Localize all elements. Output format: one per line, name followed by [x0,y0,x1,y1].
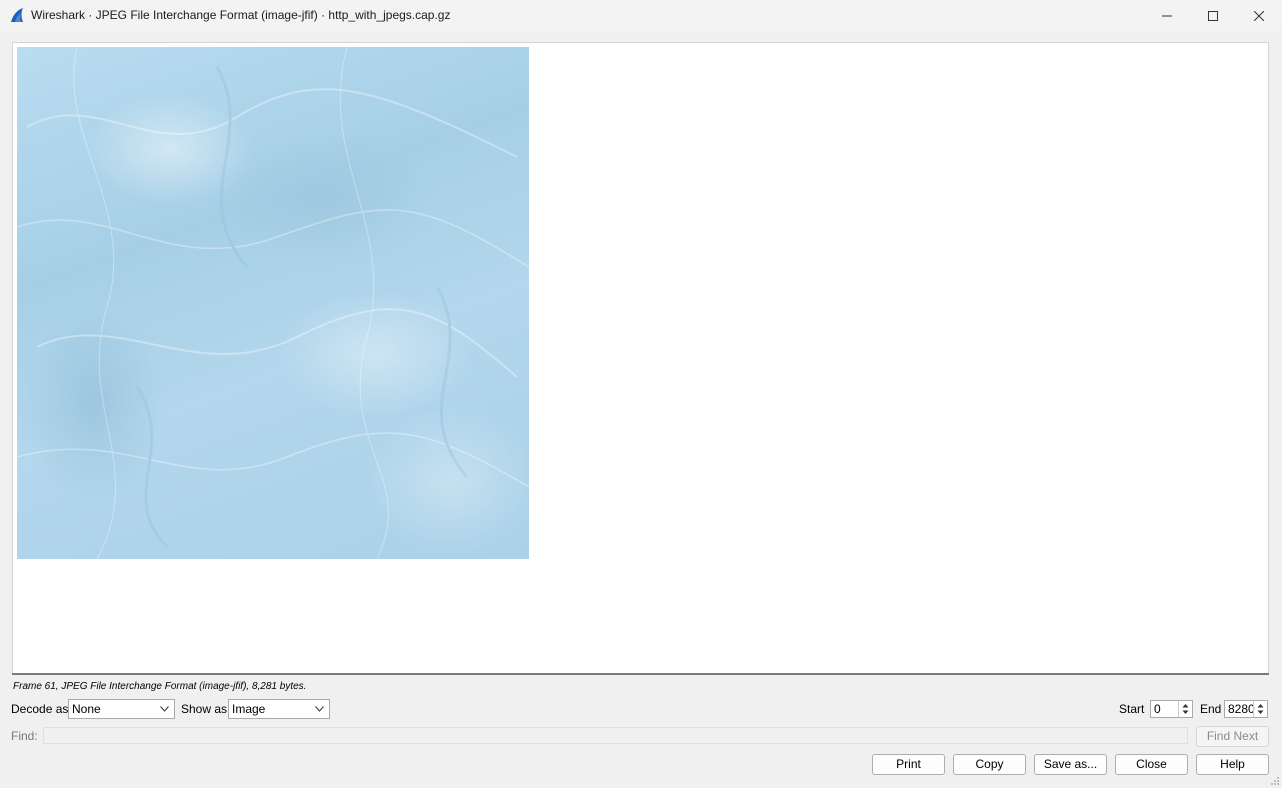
wireshark-fin-icon [11,8,23,22]
maximize-icon [1208,10,1218,21]
end-value: 8280 [1228,702,1255,716]
decode-as-select[interactable]: None [68,699,175,719]
chevron-down-icon [315,706,324,712]
find-label: Find: [11,729,38,743]
show-as-value: Image [232,702,266,716]
resize-grip-icon[interactable] [1270,776,1280,786]
end-spin-buttons[interactable] [1253,701,1267,717]
viewer-divider [12,673,1269,675]
title-bar: Wireshark · JPEG File Interchange Format… [0,0,1282,31]
close-button[interactable]: Close [1115,754,1188,775]
decode-as-value: None [72,702,101,716]
start-spinbox[interactable]: 0 [1150,700,1193,718]
jpeg-image [17,47,529,559]
window-title: Wireshark · JPEG File Interchange Format… [31,8,451,22]
minimize-icon [1162,15,1172,16]
show-as-label: Show as [181,702,228,716]
start-spin-buttons[interactable] [1178,701,1192,717]
show-as-select[interactable]: Image [228,699,330,719]
end-label: End [1200,702,1222,716]
save-as-button[interactable]: Save as... [1034,754,1107,775]
copy-button[interactable]: Copy [953,754,1026,775]
end-spinbox[interactable]: 8280 [1224,700,1268,718]
help-button[interactable]: Help [1196,754,1269,775]
maximize-button[interactable] [1190,0,1236,31]
start-label: Start [1119,702,1145,716]
spin-arrows-icon [1182,704,1189,714]
minimize-button[interactable] [1144,0,1190,31]
image-viewer[interactable] [12,42,1269,674]
find-input[interactable] [43,727,1188,744]
start-value: 0 [1154,702,1161,716]
close-window-button[interactable] [1236,0,1282,31]
find-next-button[interactable]: Find Next [1196,726,1269,747]
close-icon [1254,10,1264,21]
spin-arrows-icon [1257,704,1264,714]
print-button[interactable]: Print [872,754,945,775]
decode-as-label: Decode as [11,702,69,716]
chevron-down-icon [160,706,169,712]
frame-status: Frame 61, JPEG File Interchange Format (… [13,681,307,692]
